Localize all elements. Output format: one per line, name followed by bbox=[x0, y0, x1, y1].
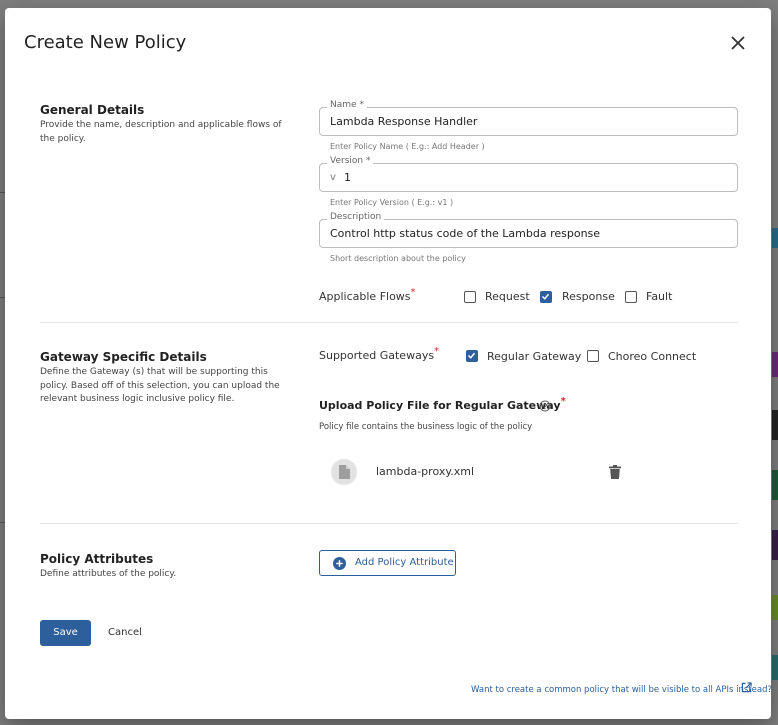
common-policy-link[interactable]: Want to create a common policy that will… bbox=[471, 685, 772, 695]
version-field[interactable]: Version * v 1 bbox=[319, 156, 738, 192]
add-circle-icon bbox=[333, 557, 346, 570]
check-icon bbox=[467, 352, 476, 359]
general-details-description: Provide the name, description and applic… bbox=[40, 120, 282, 144]
response-flow-checkbox[interactable] bbox=[540, 291, 552, 303]
background-panel bbox=[772, 595, 778, 620]
choreo-connect-checkbox[interactable] bbox=[587, 350, 599, 362]
description-field-label: Description bbox=[327, 212, 385, 222]
general-details-title: General Details bbox=[40, 103, 145, 117]
request-flow-label: Request bbox=[485, 290, 530, 303]
name-helper-text: Enter Policy Name ( E.g.: Add Header ) bbox=[330, 142, 485, 151]
file-icon bbox=[339, 465, 350, 479]
name-field[interactable]: Name * Lambda Response Handler bbox=[319, 100, 738, 136]
description-field-value: Control http status code of the Lambda r… bbox=[330, 227, 601, 240]
section-divider bbox=[40, 523, 738, 524]
create-policy-dialog: Create New Policy General Details Provid… bbox=[5, 8, 772, 719]
external-link-icon[interactable] bbox=[741, 682, 752, 693]
trash-icon[interactable] bbox=[609, 465, 621, 479]
dialog-title: Create New Policy bbox=[24, 32, 187, 53]
section-divider bbox=[40, 322, 738, 323]
background-panel bbox=[772, 228, 778, 248]
response-flow-label: Response bbox=[562, 290, 615, 303]
choreo-connect-label: Choreo Connect bbox=[608, 350, 697, 363]
background-panel bbox=[772, 530, 778, 560]
upload-policy-title: Upload Policy File for Regular Gateway* bbox=[319, 396, 566, 412]
add-policy-attribute-button[interactable]: Add Policy Attribute bbox=[319, 550, 456, 576]
version-field-label: Version * bbox=[327, 156, 374, 166]
regular-gateway-label: Regular Gateway bbox=[487, 350, 582, 363]
version-helper-text: Enter Policy Version ( E.g.: v1 ) bbox=[330, 198, 454, 207]
file-avatar bbox=[331, 459, 357, 485]
fault-flow-label: Fault bbox=[646, 290, 673, 303]
upload-policy-description: Policy file contains the business logic … bbox=[319, 422, 533, 432]
policy-attributes-description: Define attributes of the policy. bbox=[40, 569, 177, 579]
save-button[interactable]: Save bbox=[40, 620, 91, 646]
supported-gateways-label: Supported Gateways* bbox=[319, 346, 440, 362]
close-button[interactable] bbox=[727, 32, 749, 54]
close-icon bbox=[731, 36, 745, 50]
fault-flow-checkbox[interactable] bbox=[625, 291, 637, 303]
regular-gateway-checkbox[interactable] bbox=[466, 350, 478, 362]
help-icon[interactable] bbox=[539, 400, 551, 412]
name-field-value: Lambda Response Handler bbox=[330, 115, 478, 128]
background-panel bbox=[772, 470, 778, 500]
uploaded-file-name: lambda-proxy.xml bbox=[376, 465, 475, 478]
add-policy-attribute-label: Add Policy Attribute bbox=[355, 557, 454, 568]
background-panel bbox=[772, 410, 778, 440]
gateway-details-description: Define the Gateway (s) that will be supp… bbox=[40, 367, 280, 404]
name-field-label: Name * bbox=[327, 100, 367, 110]
background-panel bbox=[772, 352, 778, 377]
description-helper-text: Short description about the policy bbox=[330, 254, 466, 263]
request-flow-checkbox[interactable] bbox=[464, 291, 476, 303]
applicable-flows-label: Applicable Flows* bbox=[319, 287, 416, 303]
gateway-details-title: Gateway Specific Details bbox=[40, 350, 207, 364]
check-icon bbox=[541, 293, 550, 300]
version-field-value: 1 bbox=[344, 171, 351, 184]
background-panel bbox=[772, 655, 778, 680]
cancel-button[interactable]: Cancel bbox=[103, 620, 147, 646]
version-prefix: v bbox=[330, 172, 336, 183]
description-field[interactable]: Description Control http status code of … bbox=[319, 212, 738, 248]
policy-attributes-title: Policy Attributes bbox=[40, 552, 154, 566]
